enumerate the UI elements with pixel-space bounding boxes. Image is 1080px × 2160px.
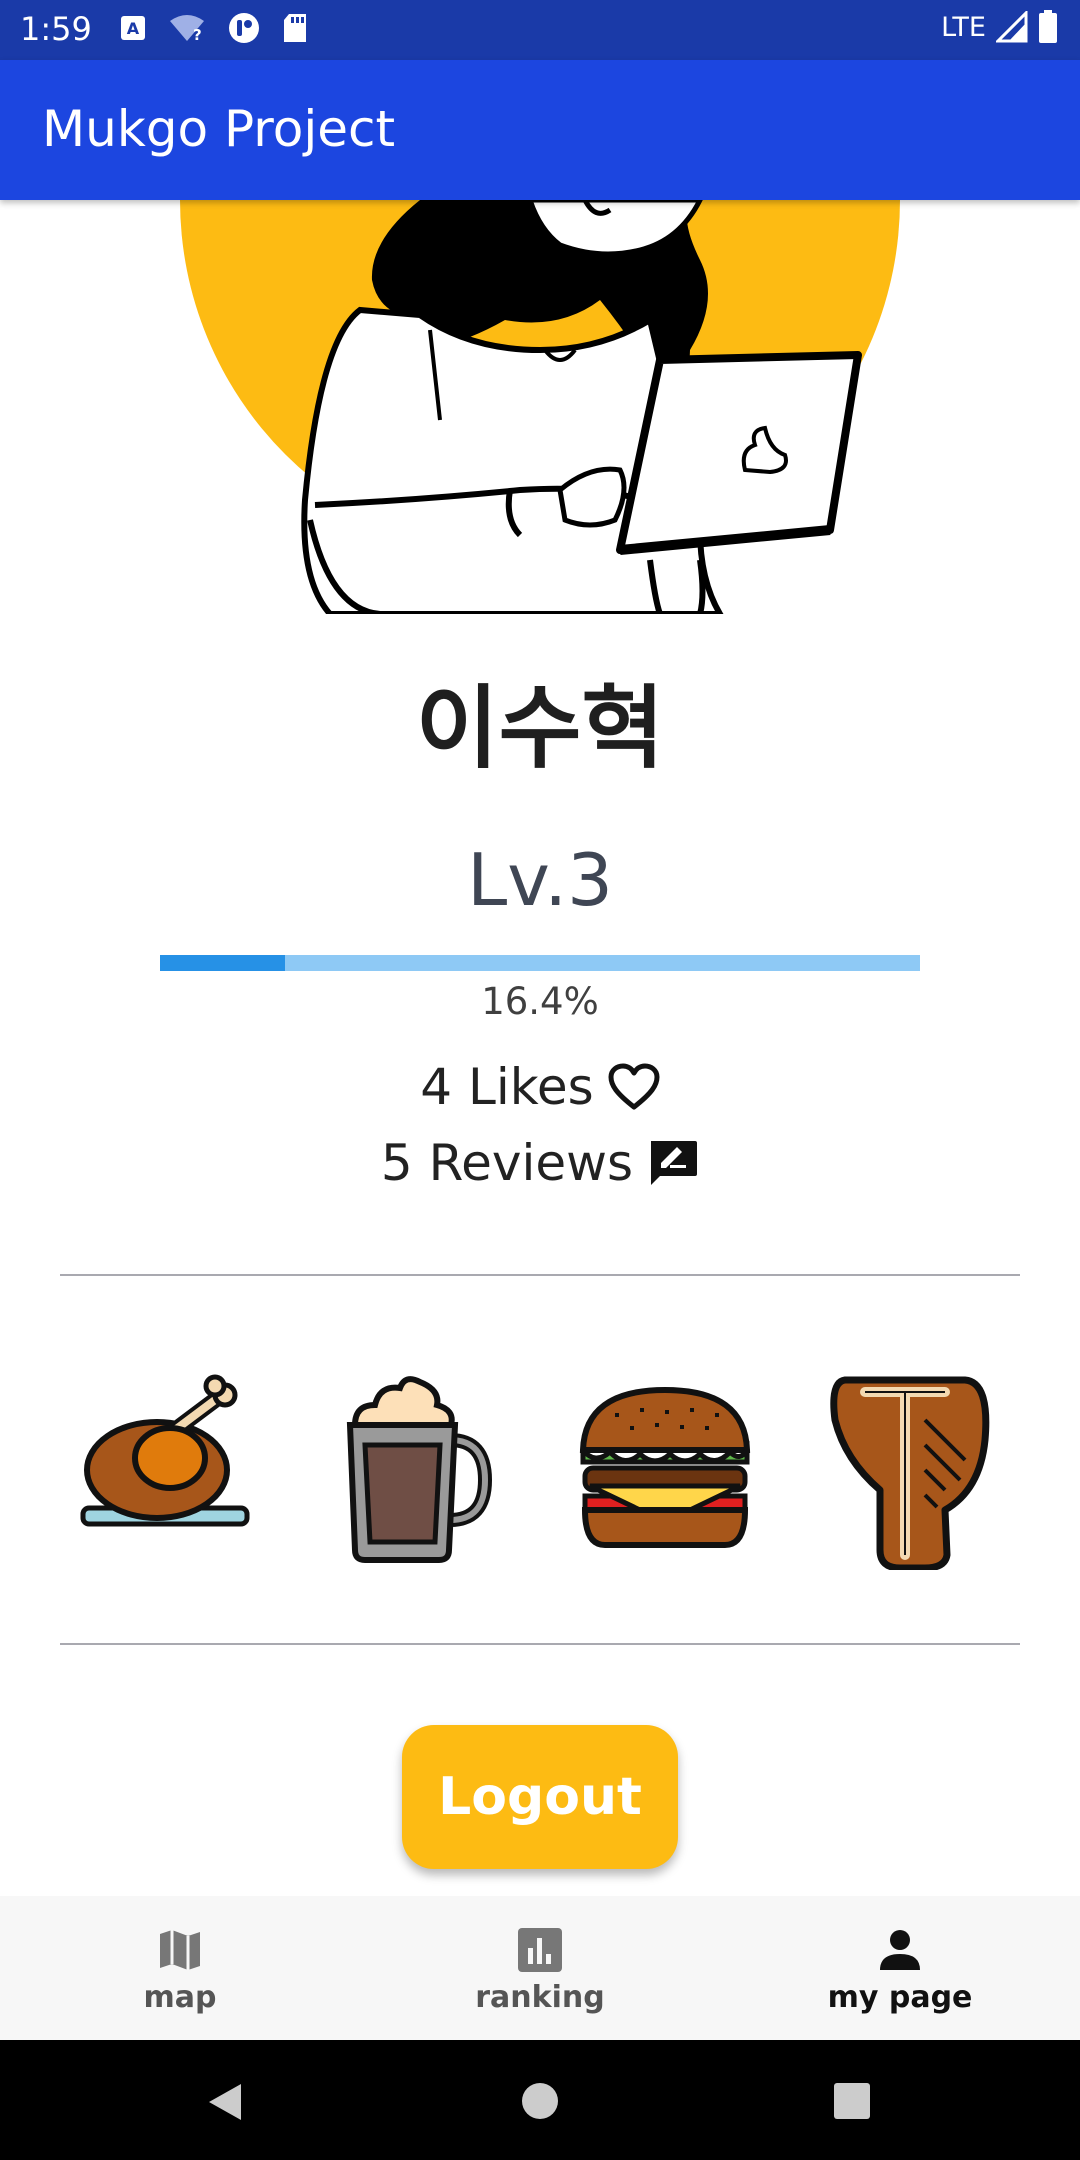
profile-illustration <box>180 200 900 614</box>
keyboard-notification-icon: A <box>121 16 145 40</box>
app-notification-icon <box>229 13 259 43</box>
roast-chicken-icon <box>80 1374 250 1527</box>
user-name: 이수혁 <box>415 676 665 781</box>
system-navigation-bar <box>0 2040 1080 2160</box>
hot-chocolate-icon <box>346 1376 493 1563</box>
nav-item-map[interactable]: map <box>0 1896 360 2040</box>
heart-icon <box>608 1063 660 1110</box>
profile-content[interactable]: 이수혁 Lv.3 16.4% 4 Likes 5 Reviews Logout <box>0 200 1080 1896</box>
reviews-stat: 5 Reviews <box>0 1134 1080 1192</box>
reviews-count: 5 Reviews <box>380 1134 634 1192</box>
divider-bottom <box>60 1643 1020 1645</box>
bar-chart-icon <box>518 1928 562 1972</box>
divider-top <box>60 1274 1020 1276</box>
nav-item-my-page[interactable]: my page <box>720 1896 1080 2040</box>
burger-icon <box>579 1386 751 1548</box>
food-badges <box>0 1370 1080 1570</box>
level-progress-bar <box>160 955 920 971</box>
person-icon <box>880 1930 920 1970</box>
sd-card-icon <box>284 14 306 42</box>
map-icon <box>160 1930 200 1970</box>
home-button-icon[interactable] <box>521 2082 559 2120</box>
status-bar: 1:59 A ? LTE <box>0 0 1080 60</box>
nav-label-ranking: ranking <box>475 1980 605 2015</box>
nav-item-ranking[interactable]: ranking <box>360 1896 720 2040</box>
level-progress-text: 16.4% <box>481 980 599 1023</box>
back-button-icon[interactable] <box>205 2082 245 2122</box>
wifi-unknown-icon: ? <box>170 15 204 43</box>
svg-text:A: A <box>127 19 140 38</box>
level-progress-fill <box>160 955 285 971</box>
status-system: LTE <box>941 10 1058 44</box>
recents-button-icon[interactable] <box>834 2083 870 2119</box>
status-notifications: A ? <box>120 12 308 44</box>
app-bar: Mukgo Project <box>0 60 1080 200</box>
nav-label-map: map <box>143 1980 217 2015</box>
battery-icon <box>1039 10 1057 43</box>
likes-count: 4 Likes <box>420 1058 594 1116</box>
likes-stat: 4 Likes <box>0 1058 1080 1116</box>
t-bone-steak-icon <box>830 1376 990 1570</box>
logout-button[interactable]: Logout <box>402 1725 678 1869</box>
status-time: 1:59 <box>20 10 92 48</box>
network-type: LTE <box>941 11 986 43</box>
svg-text:?: ? <box>193 26 202 43</box>
app-title: Mukgo Project <box>42 100 396 158</box>
user-level: Lv.3 <box>467 838 613 922</box>
nav-label-my-page: my page <box>827 1980 973 2015</box>
bottom-navigation: map ranking my page <box>0 1896 1080 2040</box>
signal-icon <box>996 11 1028 43</box>
rate-review-icon <box>651 1141 698 1185</box>
